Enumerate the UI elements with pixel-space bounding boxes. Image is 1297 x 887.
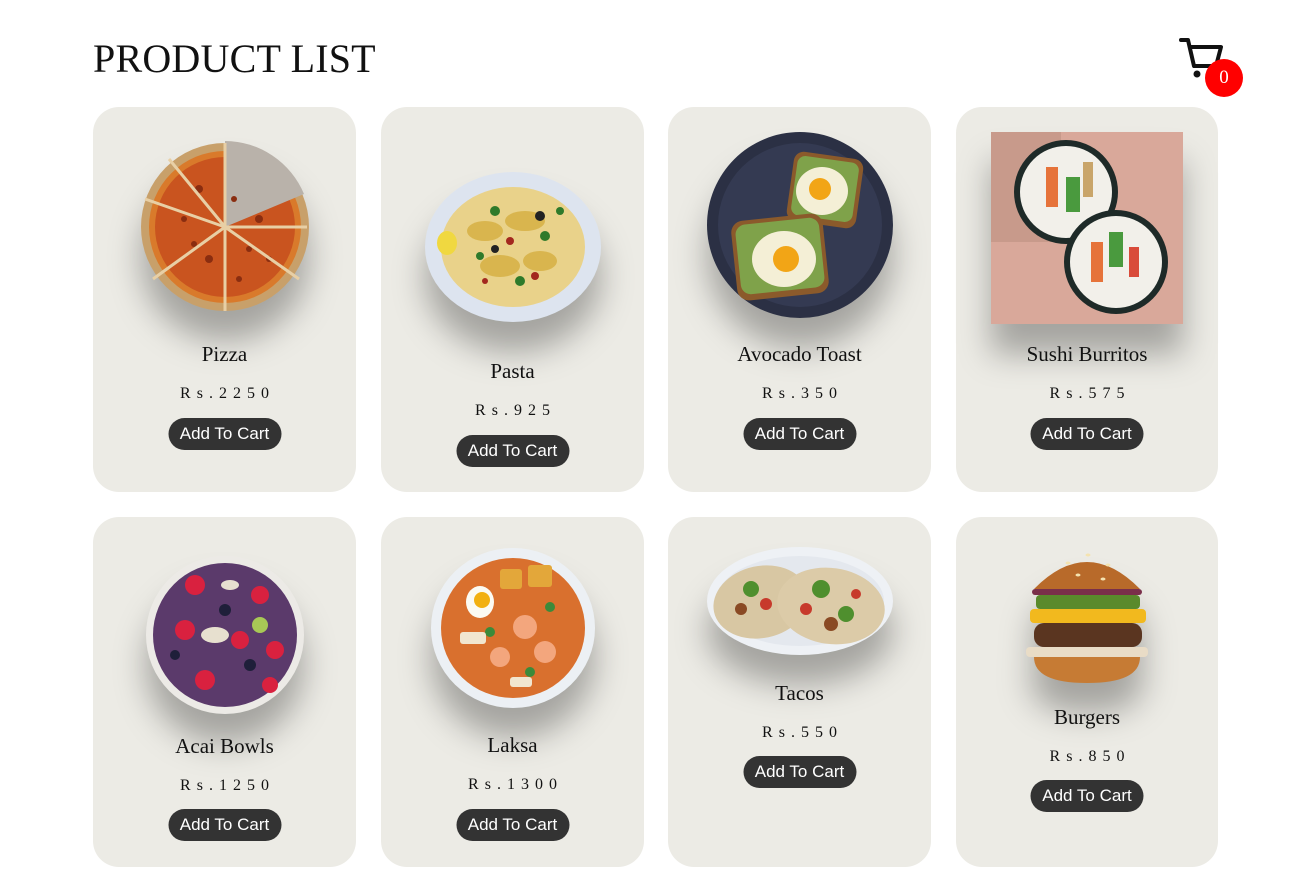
product-price: Rs.575 <box>1049 385 1131 402</box>
product-name: Sushi Burritos <box>1026 342 1148 366</box>
page-title: PRODUCT LIST <box>93 36 376 81</box>
pasta-image <box>381 171 644 323</box>
burger-image <box>956 541 1218 687</box>
product-card-sushi-burritos: Sushi Burritos Rs.575 Add To Cart <box>956 107 1218 492</box>
sushi-burrito-image <box>956 132 1218 324</box>
product-name: Pasta <box>490 359 535 383</box>
product-card-pizza: Pizza Rs.2250 Add To Cart <box>93 107 356 492</box>
product-price: Rs.1300 <box>468 776 563 793</box>
add-to-cart-button[interactable]: Add To Cart <box>456 809 569 841</box>
product-name: Burgers <box>1053 705 1121 729</box>
cart-count-badge: 0 <box>1205 59 1243 97</box>
product-name: Laksa <box>487 733 538 757</box>
add-to-cart-button[interactable]: Add To Cart <box>1030 418 1144 450</box>
laksa-image <box>381 547 644 709</box>
product-price: Rs.1250 <box>180 777 275 794</box>
add-to-cart-button[interactable]: Add To Cart <box>456 435 569 467</box>
product-price: Rs.850 <box>1049 748 1131 765</box>
add-to-cart-button[interactable]: Add To Cart <box>168 418 281 450</box>
product-price: Rs.2250 <box>180 385 275 402</box>
product-price: Rs.925 <box>475 402 556 419</box>
product-name: Tacos <box>775 681 824 705</box>
add-to-cart-button[interactable]: Add To Cart <box>168 809 281 841</box>
product-name: Pizza <box>201 342 248 366</box>
product-name: Acai Bowls <box>175 734 274 758</box>
add-to-cart-button[interactable]: Add To Cart <box>1030 780 1144 812</box>
product-card-avocado-toast: Avocado Toast Rs.350 Add To Cart <box>668 107 931 492</box>
product-card-laksa: Laksa Rs.1300 Add To Cart <box>381 517 644 867</box>
add-to-cart-button[interactable]: Add To Cart <box>743 418 856 450</box>
acai-bowl-image <box>93 555 356 715</box>
product-card-acai-bowls: Acai Bowls Rs.1250 Add To Cart <box>93 517 356 867</box>
product-price: Rs.350 <box>762 385 843 402</box>
tacos-image <box>668 544 931 658</box>
product-card-burgers: Burgers Rs.850 Add To Cart <box>956 517 1218 867</box>
product-card-pasta: Pasta Rs.925 Add To Cart <box>381 107 644 492</box>
pizza-image <box>93 139 356 315</box>
product-name: Avocado Toast <box>737 342 862 366</box>
cart-button[interactable]: 0 <box>1178 35 1248 97</box>
product-price: Rs.550 <box>762 724 843 741</box>
add-to-cart-button[interactable]: Add To Cart <box>743 756 856 788</box>
product-card-tacos: Tacos Rs.550 Add To Cart <box>668 517 931 867</box>
avocado-toast-image <box>668 131 931 319</box>
